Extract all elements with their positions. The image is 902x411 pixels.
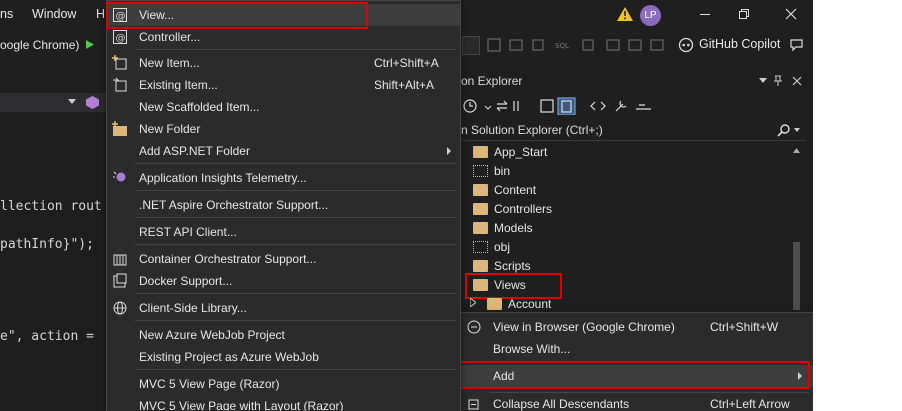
solution-explorer-title: on Explorer [461, 74, 523, 88]
search-icon[interactable] [777, 124, 790, 137]
svg-text:SQL: SQL [555, 42, 569, 50]
close-icon[interactable] [792, 76, 802, 86]
menu-separator [135, 369, 456, 370]
menu-item-new-scaffolded-item[interactable]: New Scaffolded Item... [107, 96, 460, 118]
folder-dotted-icon [473, 165, 488, 177]
menu-separator [135, 190, 456, 191]
folder-icon [473, 203, 488, 215]
menu-item-mvc5-view-page-layout[interactable]: MVC 5 View Page with Layout (Razor) [107, 395, 460, 411]
toolbar-icons[interactable]: SQL [487, 38, 667, 52]
solution-explorer-toolbar[interactable] [461, 97, 656, 115]
search-input[interactable]: n Solution Explorer (Ctrl+;) [461, 123, 603, 137]
copilot-label[interactable]: GitHub Copilot [699, 37, 780, 51]
menu-item-existing-azure-webjob[interactable]: Existing Project as Azure WebJob [107, 346, 460, 368]
menu-separator [135, 293, 456, 294]
menu-item-partial[interactable]: ns [0, 7, 13, 21]
folder-icon [473, 184, 488, 196]
code-line: pathInfo}"); [0, 237, 94, 252]
menu-separator [135, 244, 456, 245]
menu-item-view-in-browser[interactable]: View in Browser (Google Chrome) Ctrl+Shi… [461, 316, 813, 338]
code-editor[interactable] [0, 93, 107, 411]
browser-icon [467, 320, 481, 334]
editor-navigation-bar [0, 93, 107, 112]
close-icon[interactable] [785, 8, 797, 20]
menu-separator [135, 320, 456, 321]
scroll-up-icon[interactable] [793, 148, 800, 153]
menu-item-existing-item[interactable]: Existing Item... Shift+Alt+A [107, 74, 460, 96]
menu-item-mvc5-view-page[interactable]: MVC 5 View Page (Razor) [107, 373, 460, 395]
chevron-down-icon[interactable] [68, 99, 76, 105]
folder-icon [473, 146, 488, 158]
play-icon[interactable] [86, 40, 94, 49]
copilot-icon[interactable] [678, 37, 694, 53]
menu-item-new-item[interactable]: New Item... Ctrl+Shift+A [107, 52, 460, 74]
menu-item-new-azure-webjob[interactable]: New Azure WebJob Project [107, 324, 460, 346]
menu-item-controller[interactable]: @ Controller... [107, 26, 460, 48]
scrollbar-thumb[interactable] [793, 242, 800, 310]
menu-item-help-partial[interactable]: H [96, 7, 105, 21]
highlight-views [465, 273, 562, 299]
menu-item-client-side-library[interactable]: Client-Side Library... [107, 297, 460, 319]
menu-item-container-orchestrator[interactable]: Container Orchestrator Support... [107, 248, 460, 270]
restore-icon[interactable] [738, 8, 750, 20]
minimize-icon[interactable] [699, 8, 711, 20]
expand-arrow-icon[interactable] [470, 298, 476, 307]
menu-separator [135, 49, 456, 50]
code-line: e", action = [0, 329, 94, 344]
menu-separator [135, 163, 456, 164]
scrollbar[interactable] [792, 146, 801, 312]
menu-separator [135, 217, 456, 218]
menu-item-application-insights[interactable]: Application Insights Telemetry... [107, 167, 460, 189]
globe-icon [113, 301, 127, 315]
menu-item-new-folder[interactable]: New Folder [107, 118, 460, 140]
menu-item-window[interactable]: Window [32, 7, 76, 21]
menu-item-add-aspnet-folder[interactable]: Add ASP.NET Folder [107, 140, 460, 162]
menu-item-docker-support[interactable]: Docker Support... [107, 270, 460, 292]
solution-explorer-search[interactable]: n Solution Explorer (Ctrl+;) [461, 120, 806, 141]
highlight-view [106, 2, 368, 29]
submenu-arrow-icon [447, 147, 451, 155]
feedback-icon[interactable] [789, 37, 805, 53]
folder-icon [487, 298, 502, 310]
toolbar-dropdown[interactable] [462, 36, 480, 55]
chevron-down-icon[interactable] [794, 128, 800, 132]
insights-icon [113, 171, 126, 182]
folder-dotted-icon [473, 241, 488, 253]
visual-studio-window: ns Window H LP oogle Chrome) SQL GitHub … [0, 0, 813, 411]
docker-icon [113, 273, 127, 288]
existing-item-icon [113, 77, 127, 92]
add-submenu: @ View... @ Controller... New Item... Ct… [106, 0, 461, 411]
run-target-label[interactable]: oogle Chrome) [0, 38, 79, 52]
warning-icon[interactable] [617, 7, 633, 21]
code-line: llection rout [0, 199, 102, 214]
new-folder-icon [112, 121, 127, 136]
folder-icon [473, 260, 488, 272]
menu-item-rest-api-client[interactable]: REST API Client... [107, 221, 460, 243]
pin-icon[interactable] [773, 75, 783, 87]
menu-item-aspire-orchestrator[interactable]: .NET Aspire Orchestrator Support... [107, 194, 460, 216]
container-icon [113, 254, 127, 266]
chevron-down-icon[interactable] [759, 78, 767, 84]
svg-text:@: @ [116, 33, 126, 44]
controller-icon: @ [113, 30, 127, 44]
class-icon [86, 96, 99, 109]
avatar[interactable]: LP [640, 5, 661, 26]
new-item-icon [112, 55, 127, 70]
menu-item-browse-with[interactable]: Browse With... [461, 338, 813, 360]
folder-icon [473, 222, 488, 234]
collapse-icon [468, 399, 479, 410]
highlight-add [459, 361, 810, 389]
menu-item-collapse-all[interactable]: Collapse All Descendants Ctrl+Left Arrow [461, 393, 813, 411]
